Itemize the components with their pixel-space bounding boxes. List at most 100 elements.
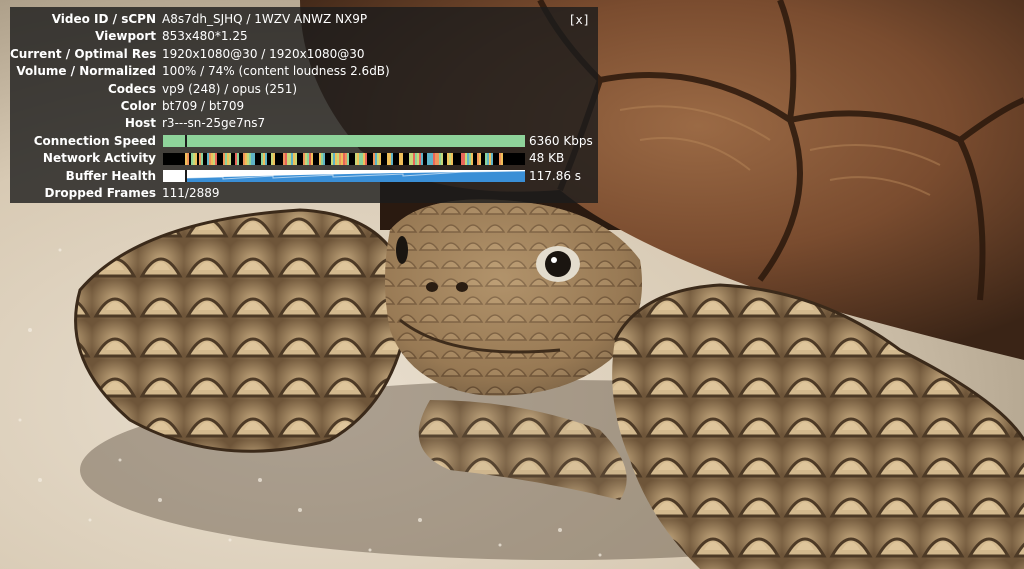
network-activity-bar <box>415 152 417 165</box>
network-activity-bar <box>343 152 345 165</box>
stat-value: 1920x1080@30 / 1920x1080@30 <box>162 46 365 61</box>
network-activity-bar <box>289 152 291 165</box>
network-activity-bar <box>379 152 381 165</box>
network-activity-bar <box>435 152 437 165</box>
network-activity-bar <box>487 152 489 165</box>
network-activity-bar <box>391 152 393 165</box>
network-activity-bar <box>413 152 415 165</box>
network-activity-bar <box>421 152 423 165</box>
stat-value: 48 KB <box>529 151 565 166</box>
stat-value: bt709 / bt709 <box>162 98 245 113</box>
stat-row-resolution: Current / Optimal Res 1920x1080@30 / 192… <box>10 46 598 63</box>
network-activity-bar <box>307 152 309 165</box>
network-activity-bar <box>489 152 491 165</box>
network-activity-bar <box>249 152 251 165</box>
network-activity-bar <box>431 152 433 165</box>
stat-row-connection-speed: Connection Speed 6360 Kbps <box>10 133 598 150</box>
network-activity-bar <box>287 152 289 165</box>
stat-value: vp9 (248) / opus (251) <box>162 81 298 96</box>
network-activity-bar <box>377 152 379 165</box>
network-activity-bar <box>335 152 337 165</box>
network-activity-bar <box>485 152 487 165</box>
network-activity-bar <box>263 152 265 165</box>
network-activity-bar <box>339 152 341 165</box>
network-activity-bar <box>429 152 431 165</box>
network-activity-bar <box>341 152 343 165</box>
network-activity-bar <box>229 152 231 165</box>
stat-row-network-activity: Network Activity 48 KB <box>10 150 598 167</box>
network-activity-bar <box>477 152 479 165</box>
network-activity-bar <box>357 152 359 165</box>
network-activity-bar <box>291 152 293 165</box>
stat-row-buffer-health: Buffer Health 117.86 s <box>10 168 598 185</box>
network-activity-bar <box>211 152 213 165</box>
network-activity-bar <box>225 152 227 165</box>
buffer-health-graph <box>163 170 525 183</box>
network-activity-bar <box>447 152 449 165</box>
network-activity-bar <box>323 152 325 165</box>
stat-value: 100% / 74% (content loudness 2.6dB) <box>162 64 390 79</box>
network-activity-bar <box>199 152 201 165</box>
network-activity-bar <box>501 152 503 165</box>
network-activity-bar <box>399 152 401 165</box>
network-activity-bar <box>469 152 471 165</box>
network-activity-bar <box>331 152 333 165</box>
network-activity-bar <box>499 152 501 165</box>
stat-value: 111/2889 <box>162 185 220 200</box>
network-activity-bar <box>201 152 203 165</box>
network-activity-bar <box>273 152 275 165</box>
network-activity-graph <box>163 152 525 165</box>
stat-label: Network Activity <box>42 151 156 166</box>
network-activity-bar <box>441 152 443 165</box>
network-activity-bar <box>305 152 307 165</box>
network-activity-bar <box>295 152 297 165</box>
stat-row-volume: Volume / Normalized 100% / 74% (content … <box>10 63 598 80</box>
connection-speed-marker <box>185 135 187 148</box>
network-activity-bar <box>271 152 273 165</box>
close-stats-button[interactable]: [x] <box>568 12 590 29</box>
network-activity-bar <box>449 152 451 165</box>
stat-label: Video ID / sCPN <box>51 12 156 26</box>
stat-label: Connection Speed <box>33 133 156 148</box>
network-activity-bar <box>309 152 311 165</box>
network-activity-bar <box>333 152 335 165</box>
network-activity-bar <box>463 152 465 165</box>
network-activity-bar <box>319 152 321 165</box>
network-activity-bar <box>363 152 365 165</box>
stat-value: 6360 Kbps <box>529 133 593 148</box>
network-activity-bar <box>195 152 197 165</box>
network-activity-bar <box>187 152 189 165</box>
network-activity-bar <box>401 152 403 165</box>
network-activity-bar <box>321 152 323 165</box>
network-activity-bar <box>491 152 493 165</box>
network-activity-bar <box>207 152 209 165</box>
network-activity-bar <box>245 152 247 165</box>
stat-label: Buffer Health <box>65 168 156 183</box>
stat-row-codecs: Codecs vp9 (248) / opus (251) <box>10 81 598 98</box>
network-activity-bar <box>347 152 349 165</box>
network-activity-bar <box>337 152 339 165</box>
network-activity-bar <box>253 152 255 165</box>
network-activity-bar <box>439 152 441 165</box>
network-activity-bar <box>243 152 245 165</box>
network-activity-bar <box>303 152 305 165</box>
network-activity-bar <box>389 152 391 165</box>
network-activity-bar <box>261 152 263 165</box>
connection-speed-graph <box>163 135 525 148</box>
stat-label: Color <box>120 98 156 113</box>
stat-row-viewport: Viewport 853x480*1.25 <box>10 28 598 45</box>
network-activity-bar <box>193 152 195 165</box>
network-activity-bar <box>433 152 435 165</box>
network-activity-bar <box>417 152 419 165</box>
video-player[interactable]: [x] Video ID / sCPN A8s7dh_SJHQ / 1WZV A… <box>0 0 1024 569</box>
stat-label: Viewport <box>95 29 156 44</box>
stat-value: r3---sn-25ge7ns7 <box>162 116 266 131</box>
stat-value: 853x480*1.25 <box>162 29 248 44</box>
network-activity-bar <box>191 152 193 165</box>
network-activity-bar <box>419 152 421 165</box>
stat-label: Host <box>124 116 156 131</box>
network-activity-bar <box>293 152 295 165</box>
network-activity-bar <box>365 152 367 165</box>
network-activity-bar <box>373 152 375 165</box>
network-activity-bar <box>451 152 453 165</box>
